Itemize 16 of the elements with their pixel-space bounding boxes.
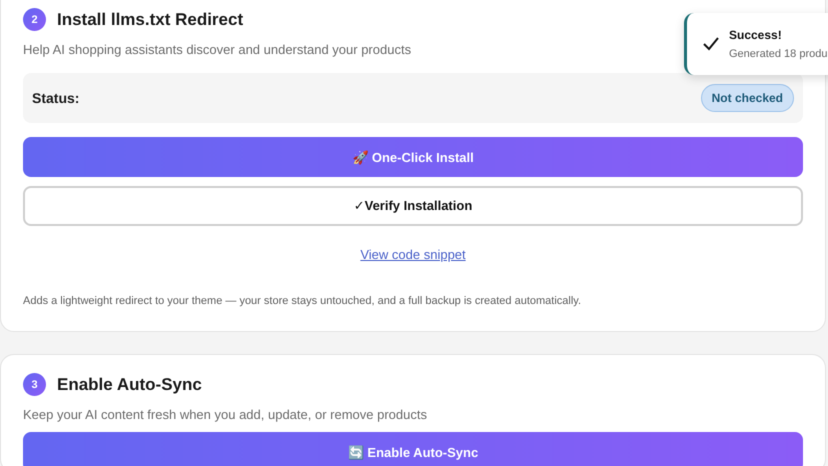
step-title: Install llms.txt Redirect	[57, 10, 244, 30]
primary-button[interactable]: 🔄 Enable Auto-Sync	[23, 432, 803, 466]
step-number: 3	[23, 373, 46, 396]
primary-button[interactable]: 🚀 One-Click Install	[23, 137, 803, 177]
toast-message: Generated 18 produ	[729, 48, 828, 60]
step-description: Keep your AI content fresh when you add, update, or remove products	[23, 407, 427, 422]
status-label: Status:	[32, 90, 80, 106]
status-badge: Not checked	[700, 84, 794, 112]
step-number: 2	[23, 8, 46, 31]
toast-title: Success!	[729, 28, 783, 42]
step-title: Enable Auto-Sync	[57, 374, 202, 394]
code-snippet-link[interactable]: View code snippet	[360, 247, 466, 262]
step-description: Help AI shopping assistants discover and understand your products	[23, 42, 412, 57]
outline-button[interactable]: ✓Verify Installation	[23, 186, 803, 226]
checkmark-icon	[703, 37, 719, 51]
install-note: Adds a lightweight redirect to your theme — your store stays untouched, and a full backup is created automatically.	[23, 295, 582, 307]
